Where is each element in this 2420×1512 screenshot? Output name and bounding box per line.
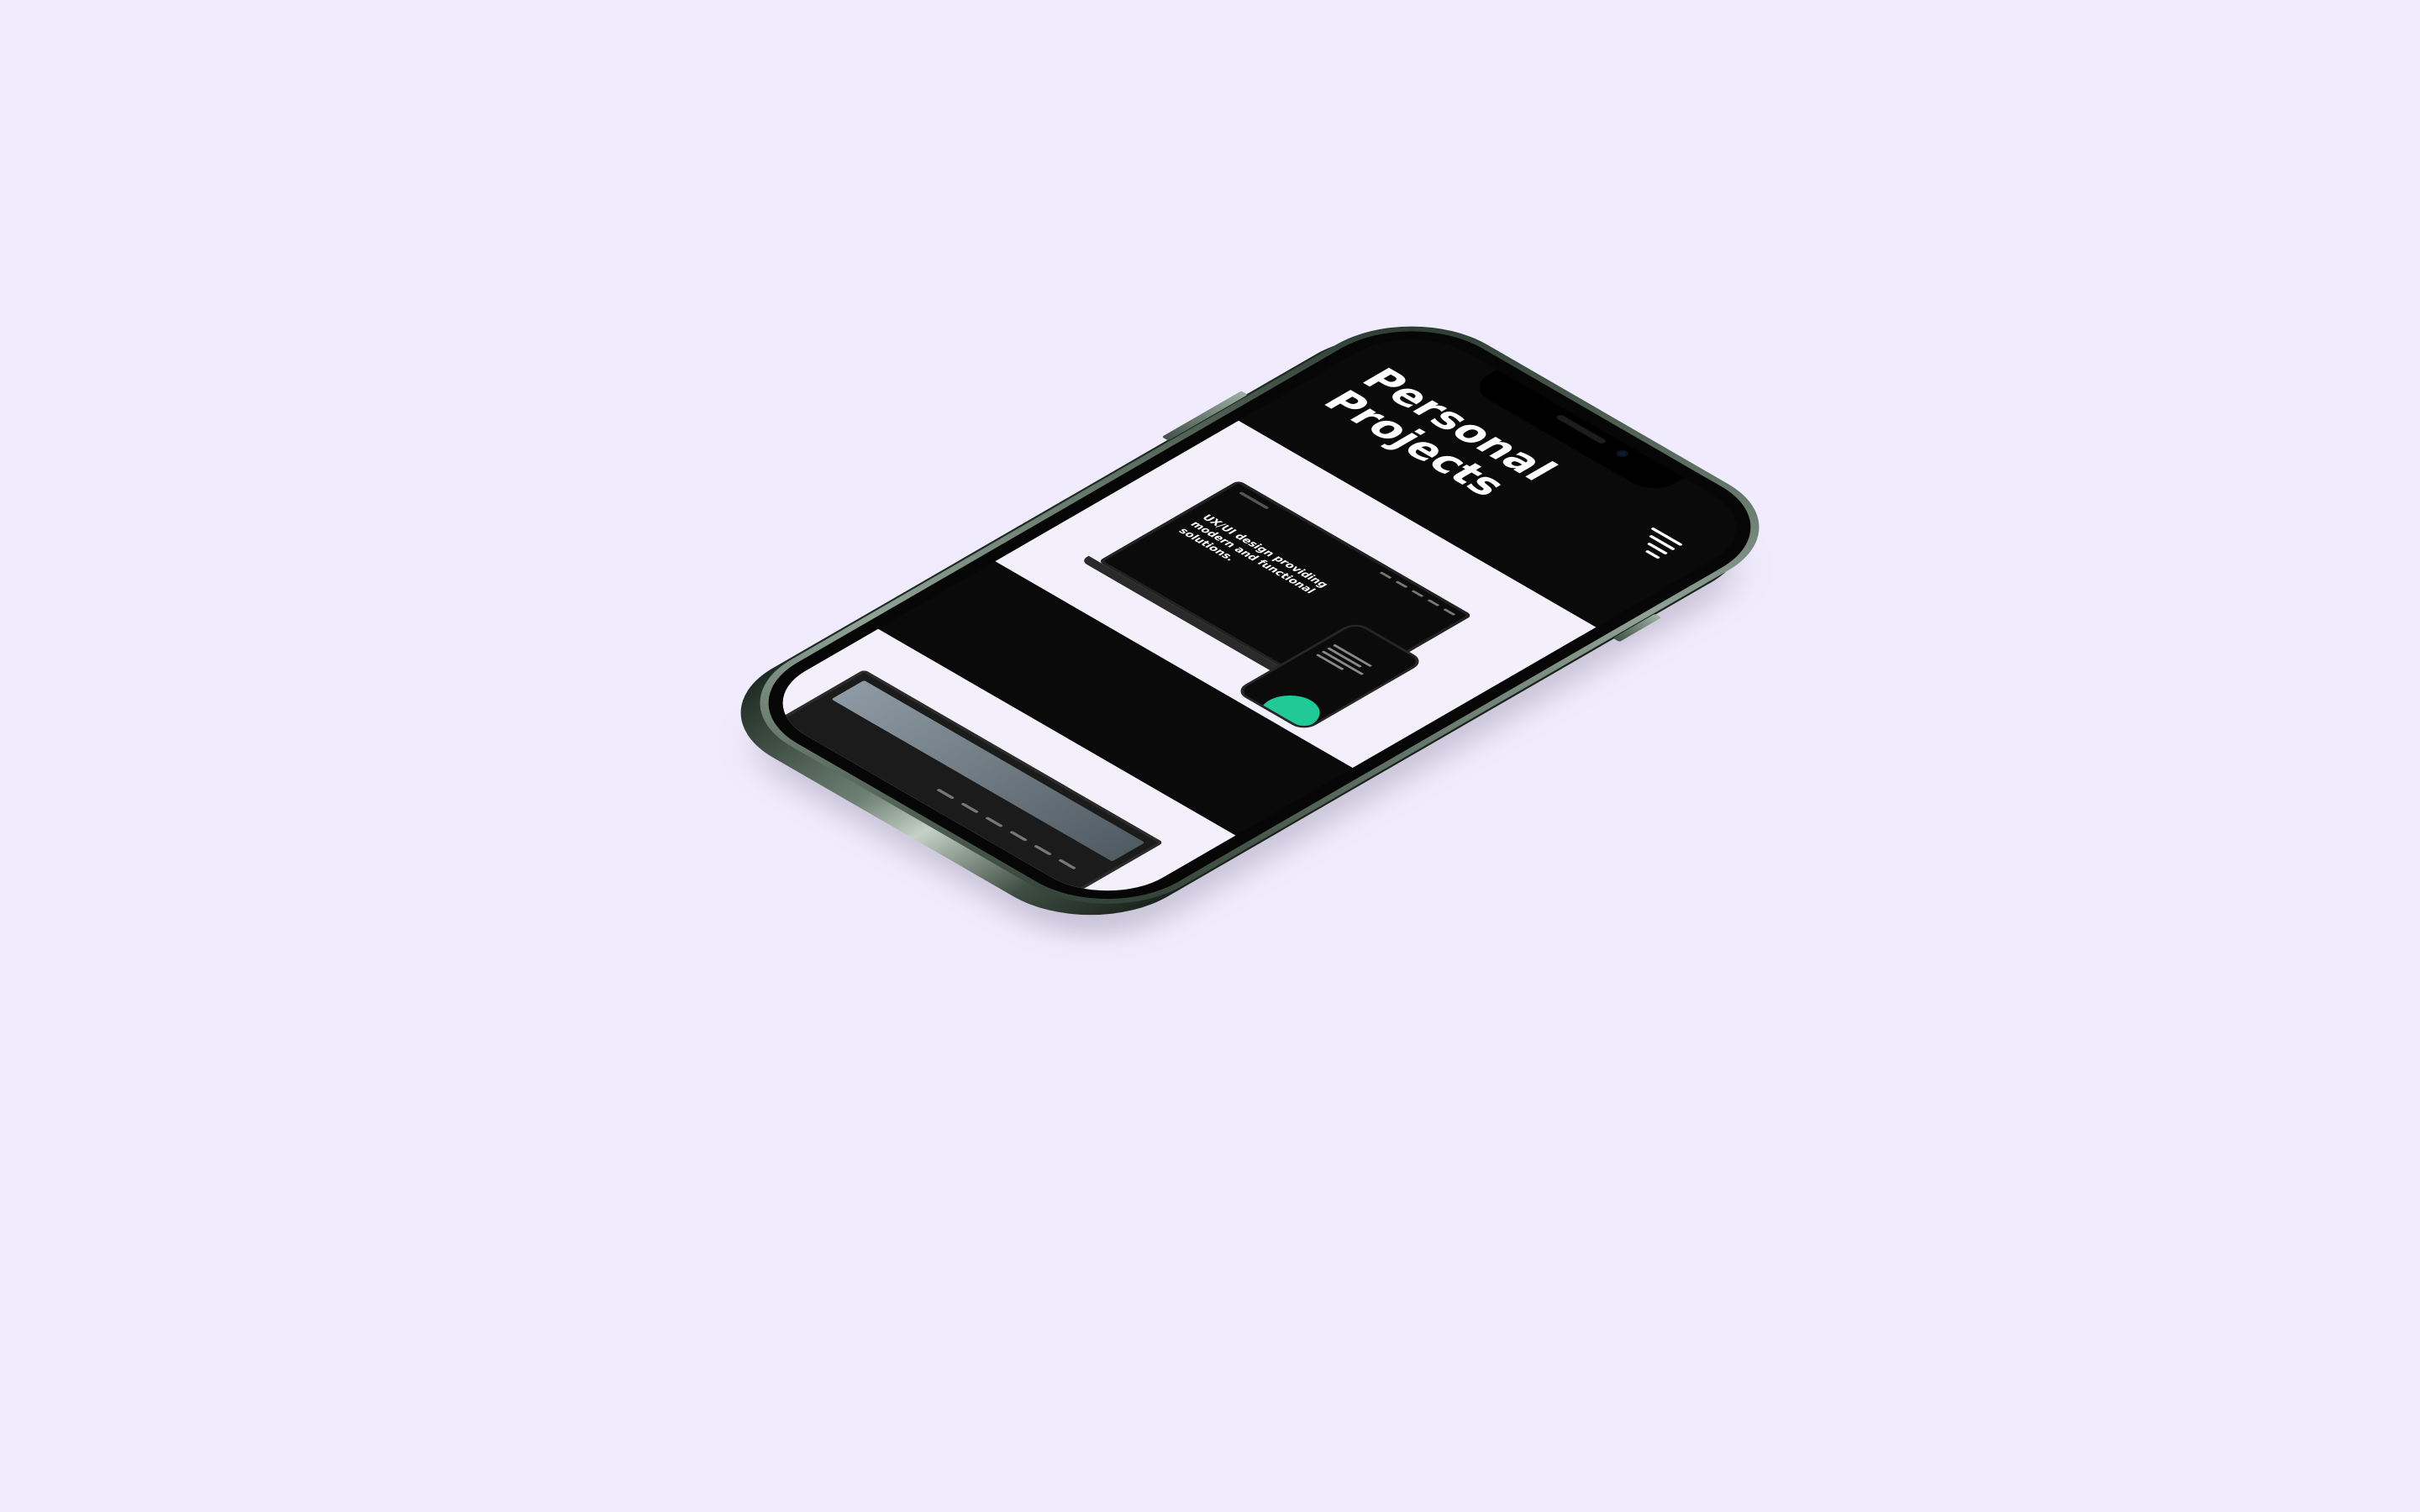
phone-device: Personal Projects UX/UI design providing…: [695, 301, 1803, 960]
desktop-nav-item: [1008, 830, 1028, 842]
desktop-nav-item: [936, 788, 955, 800]
front-camera-icon: [1613, 449, 1631, 459]
laptop-hero-text: UX/UI design providing modern and functi…: [1176, 512, 1332, 596]
mockup-scene: Personal Projects UX/UI design providing…: [0, 0, 2420, 1512]
hamburger-menu-icon[interactable]: [1628, 526, 1685, 559]
menu-line-4: [1644, 549, 1661, 559]
laptop-nav-item: [1395, 580, 1408, 589]
laptop-brand-mark: [1238, 491, 1270, 510]
desktop-nav-item: [1033, 844, 1053, 856]
accent-circle: [1248, 688, 1333, 729]
laptop-nav-item: [1411, 590, 1424, 597]
laptop-nav-item: [1379, 571, 1392, 580]
laptop-nav: [1379, 571, 1456, 616]
desktop-nav-item: [985, 816, 1004, 828]
desktop-nav-item: [960, 802, 980, 814]
mini-phone-text-lines: [1313, 643, 1377, 681]
laptop-nav-item: [1427, 599, 1440, 606]
laptop-nav-item: [1443, 608, 1456, 616]
desktop-nav-item: [1057, 858, 1077, 870]
